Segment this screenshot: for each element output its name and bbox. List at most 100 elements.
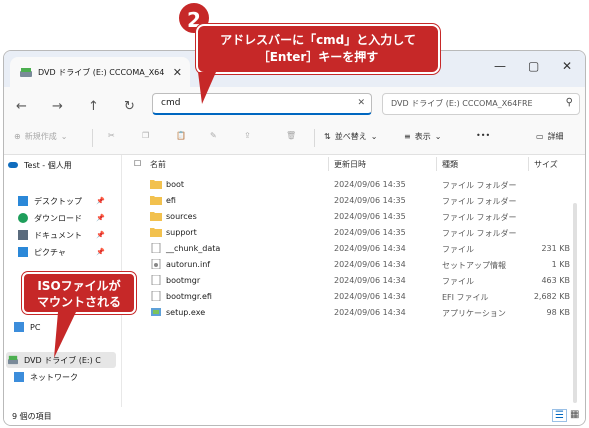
new-button[interactable]: ⊕ 新規作成 ⌄ xyxy=(14,131,67,142)
callout-text-line: ISOファイルが xyxy=(37,279,121,293)
share-icon[interactable]: ⇪ xyxy=(244,131,251,140)
address-bar[interactable]: cmd ✕ xyxy=(152,93,372,115)
table-row[interactable]: efi 2024/09/06 14:35 ファイル フォルダー xyxy=(124,193,585,209)
column-divider[interactable] xyxy=(328,157,329,171)
tab-dvd-drive[interactable]: DVD ドライブ (E:) CCCOMA_X64 ✕ xyxy=(10,57,190,87)
cut-icon[interactable]: ✂ xyxy=(108,131,115,140)
column-divider[interactable] xyxy=(436,157,437,171)
file-icon xyxy=(151,275,161,285)
callout-text-line: ［Enter］キーを押す xyxy=(257,50,379,64)
sidebar-item-downloads[interactable]: ダウンロード xyxy=(18,210,82,226)
file-size: 1 KB xyxy=(551,260,570,269)
file-date: 2024/09/06 14:34 xyxy=(334,292,406,301)
column-header-type[interactable]: 種類 xyxy=(442,159,458,170)
sidebar-item-label: Test - 個人用 xyxy=(24,160,72,170)
callout-text-line: マウントされる xyxy=(36,295,121,309)
sidebar-item-label: ドキュメント xyxy=(34,230,82,240)
column-header-size[interactable]: サイズ xyxy=(534,159,558,170)
sidebar-item-label: PC xyxy=(30,322,41,332)
table-row[interactable]: bootmgr.efi 2024/09/06 14:34 EFI ファイル 2,682… xyxy=(124,289,585,305)
delete-icon[interactable]: 🗑 xyxy=(286,131,296,140)
file-icon xyxy=(151,291,161,301)
paste-icon[interactable]: 📋 xyxy=(176,131,186,140)
address-input[interactable]: cmd xyxy=(161,98,180,108)
table-row[interactable]: boot 2024/09/06 14:35 ファイル フォルダー xyxy=(124,177,585,193)
file-name: __chunk_data xyxy=(166,244,221,253)
sidebar-item-onedrive[interactable]: Test - 個人用 xyxy=(8,157,72,173)
column-divider[interactable] xyxy=(528,157,529,171)
tab-close-button[interactable]: ✕ xyxy=(173,66,182,79)
table-row[interactable]: support 2024/09/06 14:35 ファイル フォルダー xyxy=(124,225,585,241)
column-header-date[interactable]: 更新日時 xyxy=(334,159,366,170)
command-bar: ⊕ 新規作成 ⌄ ✂ ❐ 📋 ✎ ⇪ 🗑 ⇅ 並べ替え ⌄ ≡ 表示 ⌄ •••… xyxy=(4,121,585,155)
download-icon xyxy=(18,213,28,223)
table-row[interactable]: bootmgr 2024/09/06 14:34 ファイル 463 KB xyxy=(124,273,585,289)
details-pane-button[interactable]: ▭ 詳細 xyxy=(536,131,564,142)
pin-icon: 📌 xyxy=(96,197,105,205)
desktop-icon xyxy=(18,196,28,206)
file-name: bootmgr.efi xyxy=(166,292,212,301)
chevron-down-icon: ⌄ xyxy=(434,132,442,141)
table-row[interactable]: __chunk_data 2024/09/06 14:34 ファイル 231 KB xyxy=(124,241,585,257)
view-button[interactable]: ≡ 表示 ⌄ xyxy=(404,131,441,142)
table-row[interactable]: sources 2024/09/06 14:35 ファイル フォルダー xyxy=(124,209,585,225)
copy-icon[interactable]: ❐ xyxy=(142,131,149,140)
search-icon[interactable]: ⚲ xyxy=(566,97,573,108)
sidebar-item-pc[interactable]: PC xyxy=(14,319,40,335)
back-button[interactable]: ← xyxy=(16,99,27,114)
close-window-button[interactable]: ✕ xyxy=(562,59,572,73)
maximize-button[interactable]: ▢ xyxy=(528,59,539,73)
file-date: 2024/09/06 14:34 xyxy=(334,244,406,253)
file-name: boot xyxy=(166,180,185,189)
address-clear-icon[interactable]: ✕ xyxy=(357,98,365,108)
rename-icon[interactable]: ✎ xyxy=(210,131,217,140)
details-label: 詳細 xyxy=(547,132,564,141)
file-date: 2024/09/06 14:34 xyxy=(334,308,406,317)
sidebar-item-label: デスクトップ xyxy=(34,196,82,206)
table-row[interactable]: setup.exe 2024/09/06 14:34 アプリケーション 98 KB xyxy=(124,305,585,321)
plus-circle-icon: ⊕ xyxy=(14,132,21,141)
file-size: 98 KB xyxy=(546,308,570,317)
file-type: ファイル xyxy=(442,277,474,286)
divider xyxy=(314,129,315,147)
sidebar-item-pictures[interactable]: ピクチャ xyxy=(18,244,66,260)
more-options-button[interactable]: ••• xyxy=(476,131,490,140)
file-date: 2024/09/06 14:35 xyxy=(334,212,406,221)
tiles-view-icon[interactable]: ▦ xyxy=(570,409,579,420)
refresh-button[interactable]: ↻ xyxy=(124,99,135,114)
scrollbar[interactable] xyxy=(573,203,577,403)
sort-label: 並べ替え xyxy=(334,132,367,141)
callout-text-line: アドレスバーに「cmd」と入力して xyxy=(220,33,416,47)
sidebar-item-desktop[interactable]: デスクトップ xyxy=(18,193,82,209)
sidebar-item-documents[interactable]: ドキュメント xyxy=(18,227,82,243)
pin-icon: 📌 xyxy=(96,248,105,256)
details-view-icon[interactable]: ☰ xyxy=(552,409,567,422)
tab-title: DVD ドライブ (E:) CCCOMA_X64 xyxy=(38,67,165,77)
file-type: EFI ファイル xyxy=(442,293,489,302)
file-date: 2024/09/06 14:35 xyxy=(334,196,406,205)
dvd-drive-icon xyxy=(20,67,32,77)
pin-icon: 📌 xyxy=(96,214,105,222)
pin-icon: 📌 xyxy=(96,231,105,239)
up-button[interactable]: ↑ xyxy=(88,99,99,114)
file-type: ファイル フォルダー xyxy=(442,181,517,190)
file-name: efi xyxy=(166,196,176,205)
forward-button[interactable]: → xyxy=(52,99,63,114)
column-header-name[interactable]: 名前 xyxy=(150,159,166,170)
file-date: 2024/09/06 14:35 xyxy=(334,228,406,237)
file-type: アプリケーション xyxy=(442,309,506,318)
sort-button[interactable]: ⇅ 並べ替え ⌄ xyxy=(324,131,377,142)
table-row[interactable]: autorun.inf 2024/09/06 14:34 セットアップ情報 1 KB xyxy=(124,257,585,273)
file-type: ファイル xyxy=(442,245,474,254)
minimize-button[interactable]: — xyxy=(494,59,506,73)
sidebar-item-label: ネットワーク xyxy=(30,372,78,382)
folder-icon xyxy=(150,228,162,237)
item-count: 9 個の項目 xyxy=(12,412,52,421)
details-pane-icon: ▭ xyxy=(536,132,544,141)
file-name: bootmgr xyxy=(166,276,201,285)
select-all-checkbox[interactable]: ☐ xyxy=(134,159,141,168)
sidebar-item-network[interactable]: ネットワーク xyxy=(14,369,78,385)
file-type: ファイル フォルダー xyxy=(442,197,517,206)
search-box[interactable]: DVD ドライブ (E:) CCCOMA_X64FRE ⚲ xyxy=(382,93,580,115)
divider xyxy=(92,129,93,147)
